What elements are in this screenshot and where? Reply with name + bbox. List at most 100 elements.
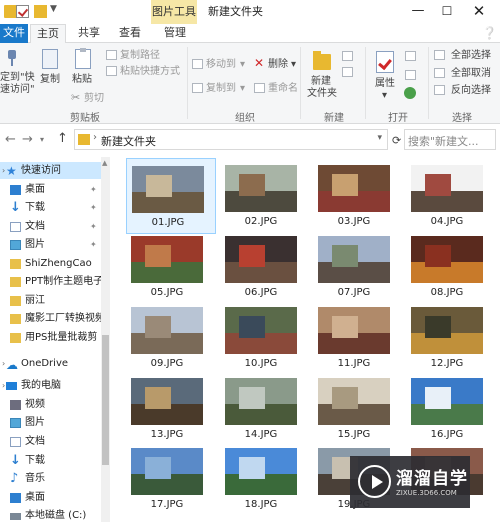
new-folder-button-line2[interactable]: 文件夹 bbox=[307, 88, 337, 100]
customize-toolbar-chevron-icon[interactable]: ▼ bbox=[50, 4, 57, 14]
sidebar-item[interactable]: ♪ 音乐 bbox=[0, 470, 105, 487]
pin-quick-access-label[interactable]: 定到"快 bbox=[0, 72, 35, 84]
file-tile[interactable]: 09.JPG bbox=[126, 300, 216, 376]
thumbnail-region bbox=[146, 175, 172, 197]
sidebar-item[interactable]: 魔影工厂转换视频 bbox=[0, 310, 105, 327]
file-tile[interactable]: 17.JPG bbox=[126, 441, 216, 517]
file-tile[interactable]: 18.JPG bbox=[220, 441, 310, 517]
sidebar-item[interactable]: 桌面 ✦ bbox=[0, 181, 105, 198]
sidebar-item[interactable]: 用PS批量批裁剪 bbox=[0, 329, 105, 346]
picture-tools-context-tab[interactable]: 图片工具 bbox=[151, 0, 197, 24]
scrollbar-thumb[interactable] bbox=[102, 335, 109, 465]
file-tile[interactable]: 12.JPG bbox=[406, 300, 496, 376]
scroll-up-arrow-icon[interactable]: ▲ bbox=[102, 159, 107, 167]
thumbnail-region bbox=[239, 174, 265, 196]
properties-chevron-icon[interactable]: ▾ bbox=[382, 90, 387, 102]
breadcrumb-current[interactable]: 新建文件夹 bbox=[101, 133, 156, 149]
pin-quick-access-label-2[interactable]: 速访问" bbox=[0, 84, 35, 96]
sidebar-item[interactable]: 图片 ✦ bbox=[0, 236, 105, 253]
rename-button[interactable]: 重命名 bbox=[268, 83, 298, 95]
sidebar-item[interactable]: 文档 ✦ bbox=[0, 218, 105, 235]
select-all-button[interactable]: 全部选择 bbox=[451, 50, 491, 62]
maximize-button[interactable]: ☐ bbox=[432, 0, 462, 24]
search-input[interactable]: 搜索"新建文... bbox=[404, 129, 496, 150]
recent-locations-chevron-icon[interactable]: ▾ bbox=[40, 135, 44, 144]
copy-path-button[interactable]: 复制路径 bbox=[120, 50, 160, 62]
expand-chevron-icon[interactable]: › bbox=[2, 377, 5, 394]
copy-to-chevron-icon[interactable]: ▾ bbox=[240, 83, 245, 95]
file-tile[interactable]: 15.JPG bbox=[313, 371, 403, 447]
help-icon[interactable]: ❔ bbox=[482, 26, 497, 40]
move-to-button[interactable]: 移动到 bbox=[206, 59, 236, 71]
sidebar-item[interactable]: › ☁ OneDrive bbox=[0, 355, 105, 372]
file-tile[interactable]: 07.JPG bbox=[313, 229, 403, 305]
tab-view[interactable]: 查看 bbox=[112, 24, 148, 43]
file-tile[interactable]: 01.JPG bbox=[126, 158, 216, 234]
navigation-scrollbar[interactable]: ▲ bbox=[101, 157, 110, 522]
tab-file[interactable]: 文件 bbox=[0, 24, 28, 43]
new-item-icon[interactable] bbox=[342, 51, 353, 61]
up-button[interactable]: ↑ bbox=[57, 131, 68, 146]
new-folder-icon[interactable] bbox=[34, 5, 47, 18]
new-folder-button[interactable]: 新建 bbox=[311, 76, 331, 88]
file-tile[interactable]: 06.JPG bbox=[220, 229, 310, 305]
paste-shortcut-button[interactable]: 粘贴快捷方式 bbox=[120, 66, 180, 78]
sidebar-item[interactable]: › ★ 快速访问 bbox=[0, 162, 105, 179]
refresh-icon[interactable]: ⟳ bbox=[392, 134, 401, 147]
history-icon[interactable] bbox=[404, 87, 416, 99]
sidebar-item[interactable]: 文档 bbox=[0, 433, 105, 450]
file-tile[interactable]: 05.JPG bbox=[126, 229, 216, 305]
copy-button[interactable]: 复制 bbox=[40, 74, 60, 86]
file-tile[interactable]: 14.JPG bbox=[220, 371, 310, 447]
sidebar-item[interactable]: PPT制作主题电子书 bbox=[0, 273, 105, 290]
paste-button[interactable]: 粘贴 bbox=[72, 74, 92, 86]
open-icon[interactable] bbox=[405, 51, 416, 61]
sidebar-item[interactable]: 桌面 bbox=[0, 489, 105, 506]
edit-icon[interactable] bbox=[405, 70, 416, 80]
file-tile[interactable]: 13.JPG bbox=[126, 371, 216, 447]
sidebar-item-label: 快速访问 bbox=[21, 165, 61, 176]
tab-manage[interactable]: 管理 bbox=[156, 24, 194, 43]
sidebar-item[interactable]: 本地磁盘 (C:) bbox=[0, 507, 105, 522]
sidebar-item[interactable]: 视频 bbox=[0, 396, 105, 413]
download-icon: ↓ bbox=[10, 453, 21, 468]
properties-check-icon[interactable] bbox=[16, 5, 29, 18]
tab-share[interactable]: 共享 bbox=[71, 24, 107, 43]
file-tile[interactable]: 03.JPG bbox=[313, 158, 403, 234]
copy-to-button[interactable]: 复制到 bbox=[206, 83, 236, 95]
sidebar-item[interactable]: 丽江 bbox=[0, 292, 105, 309]
tab-home[interactable]: 主页 bbox=[30, 24, 66, 44]
move-to-chevron-icon[interactable]: ▾ bbox=[240, 59, 245, 71]
sidebar-item[interactable]: ShiZhengCao bbox=[0, 255, 105, 272]
forward-button[interactable]: → bbox=[22, 132, 33, 147]
sidebar-item[interactable]: 图片 bbox=[0, 414, 105, 431]
back-button[interactable]: ← bbox=[5, 132, 16, 147]
cut-button[interactable]: 剪切 bbox=[84, 93, 104, 105]
expand-chevron-icon[interactable]: › bbox=[2, 162, 5, 179]
invert-selection-button[interactable]: 反向选择 bbox=[451, 85, 491, 97]
breadcrumb-separator-icon[interactable]: › bbox=[93, 132, 97, 143]
select-none-button[interactable]: 全部取消 bbox=[451, 68, 491, 80]
file-tile[interactable]: 02.JPG bbox=[220, 158, 310, 234]
delete-chevron-icon[interactable]: ▾ bbox=[291, 59, 296, 71]
easy-access-icon[interactable] bbox=[342, 67, 353, 77]
ribbon-divider bbox=[428, 47, 429, 119]
image-thumbnail bbox=[411, 307, 483, 354]
address-input[interactable]: › 新建文件夹 ▾ bbox=[74, 129, 388, 150]
file-tile[interactable]: 16.JPG bbox=[406, 371, 496, 447]
expand-chevron-icon[interactable]: › bbox=[2, 355, 5, 372]
file-tile[interactable]: 10.JPG bbox=[220, 300, 310, 376]
file-tile[interactable]: 04.JPG bbox=[406, 158, 496, 234]
file-tile[interactable]: 11.JPG bbox=[313, 300, 403, 376]
properties-button[interactable]: 属性 bbox=[375, 78, 395, 90]
sidebar-item[interactable]: ↓ 下载 bbox=[0, 452, 105, 469]
file-tile[interactable]: 08.JPG bbox=[406, 229, 496, 305]
sidebar-item[interactable]: ↓ 下载 ✦ bbox=[0, 199, 105, 216]
close-button[interactable]: ✕ bbox=[464, 0, 494, 24]
watermark-url: ZIXUE.3D66.COM bbox=[396, 489, 457, 497]
delete-button[interactable]: 删除 bbox=[268, 59, 288, 71]
minimize-button[interactable]: — bbox=[403, 0, 433, 24]
sidebar-item[interactable]: › 我的电脑 bbox=[0, 377, 105, 394]
rename-icon bbox=[254, 83, 265, 93]
address-history-chevron-icon[interactable]: ▾ bbox=[377, 133, 382, 143]
